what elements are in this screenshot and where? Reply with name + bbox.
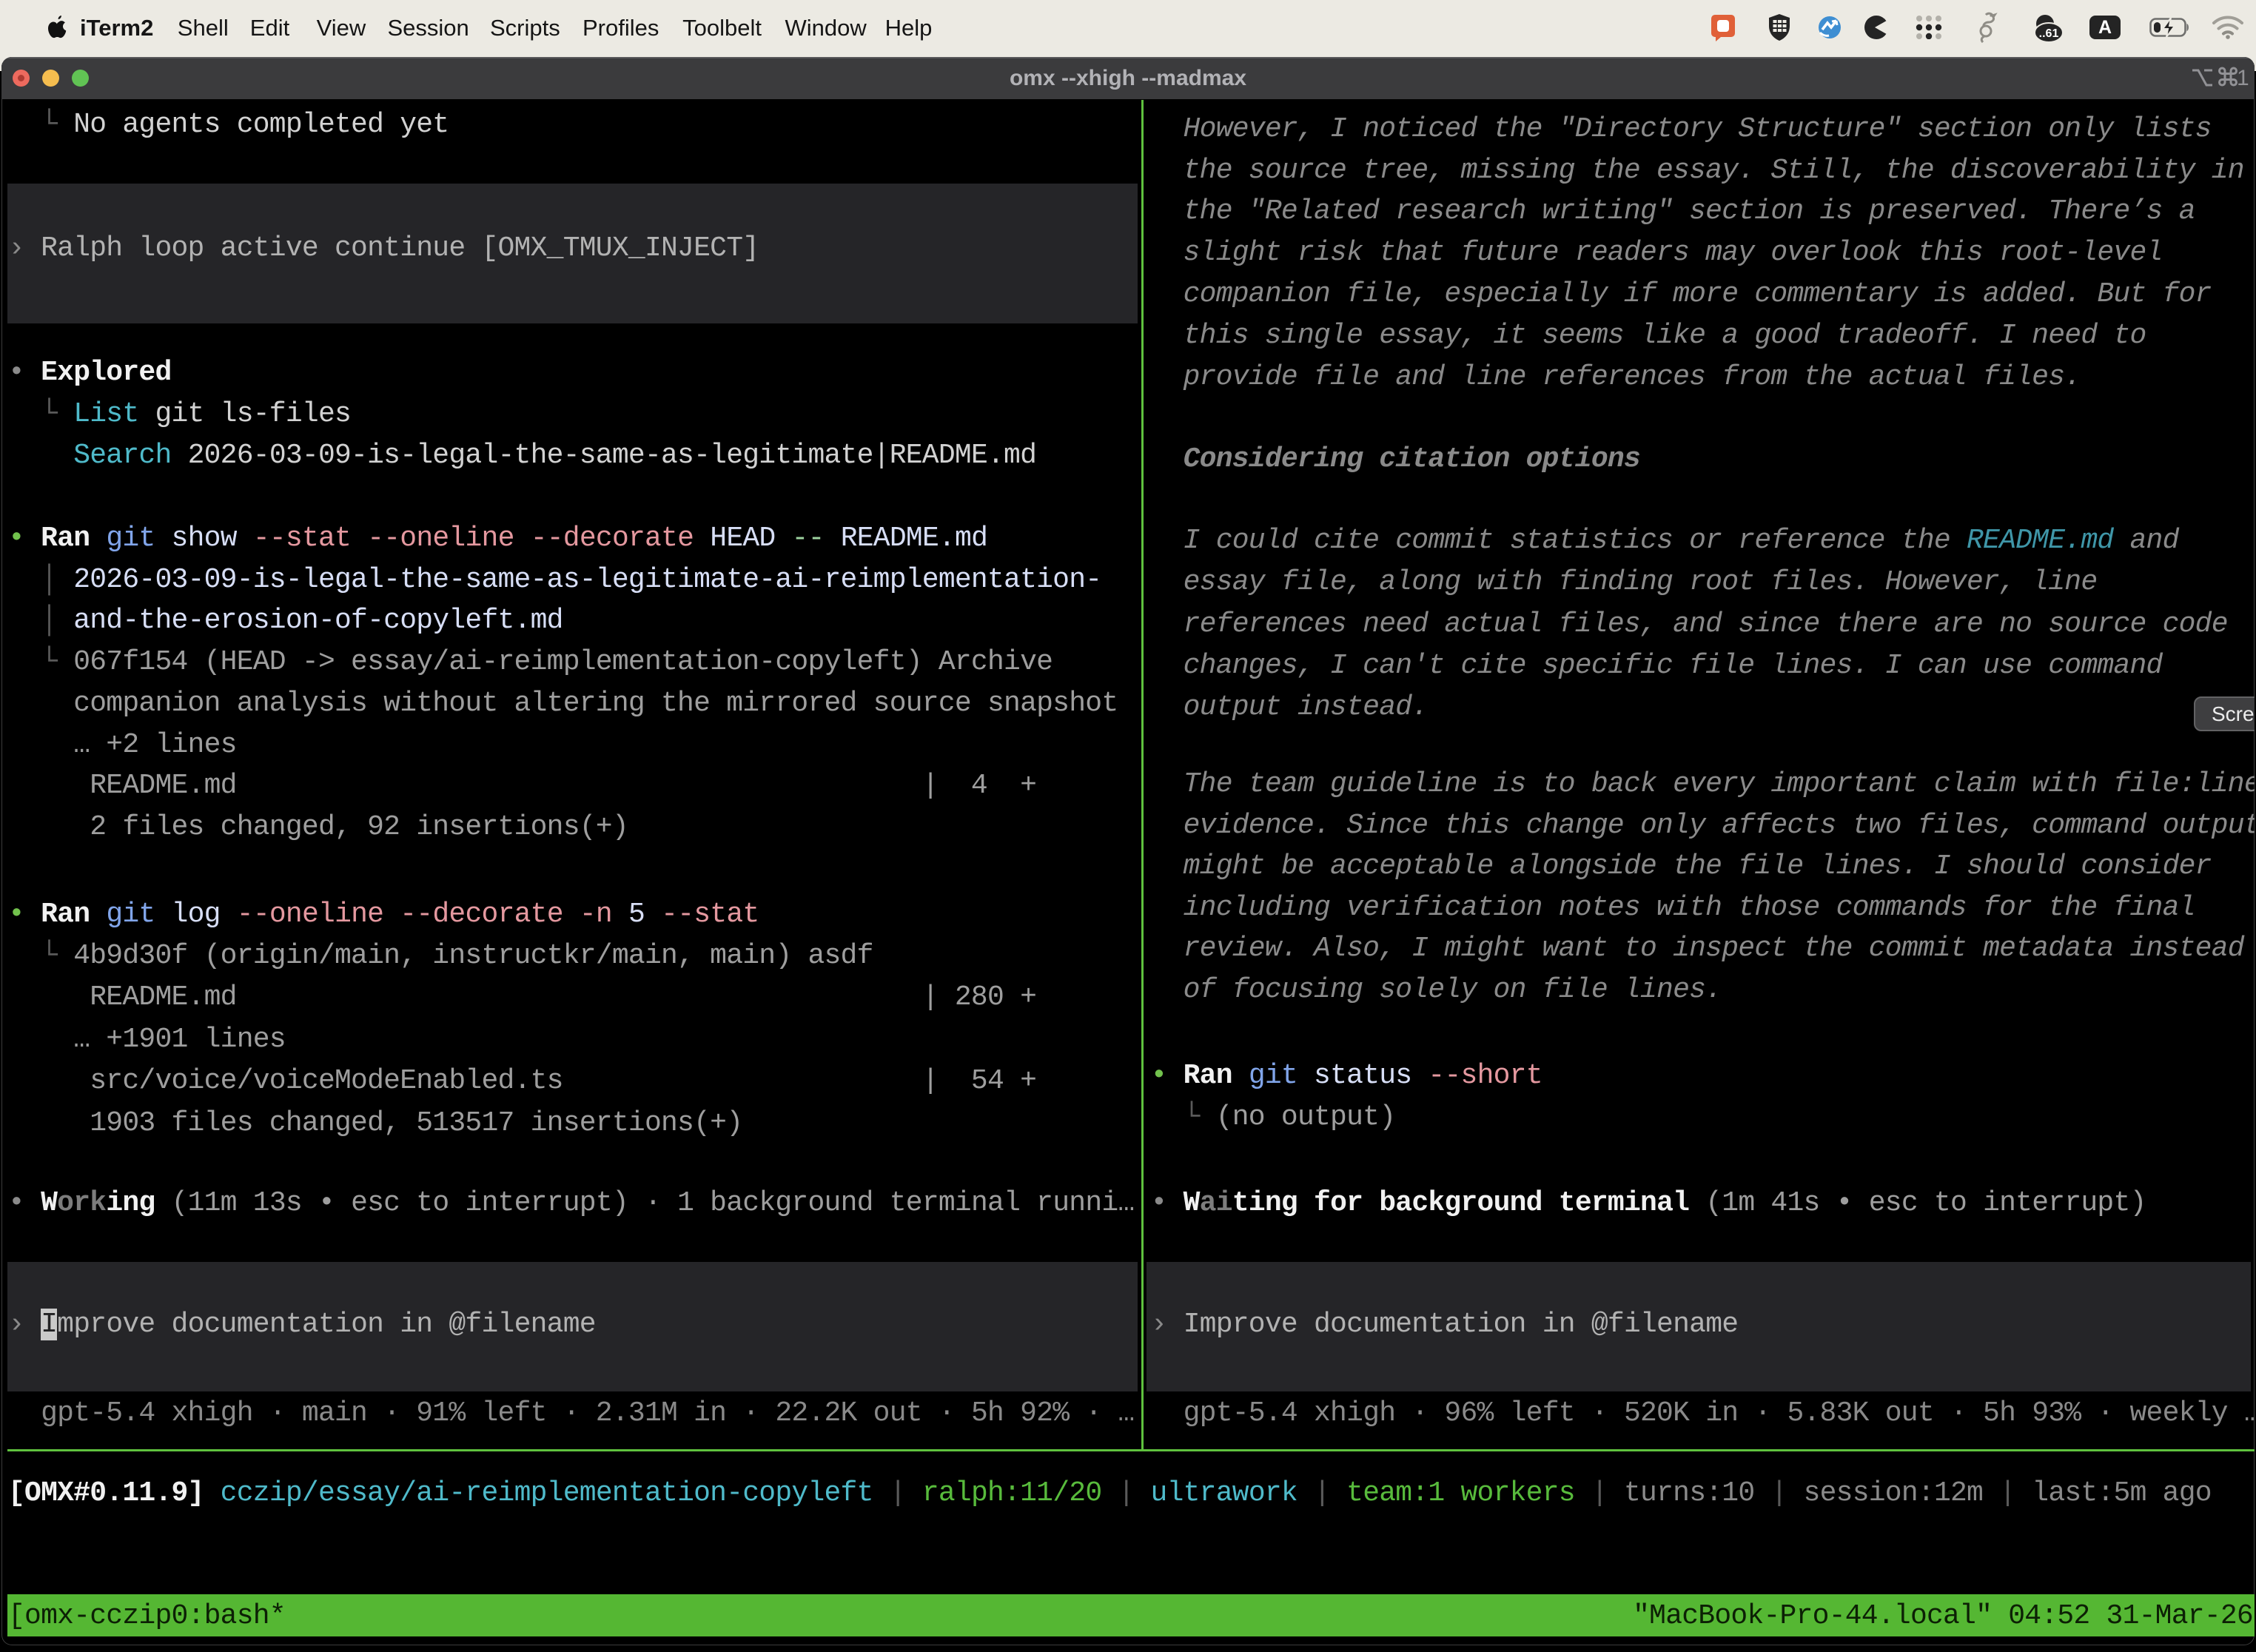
svg-text:..61: ..61 [2039, 27, 2059, 40]
svg-text:1: 1 [2237, 66, 2249, 90]
